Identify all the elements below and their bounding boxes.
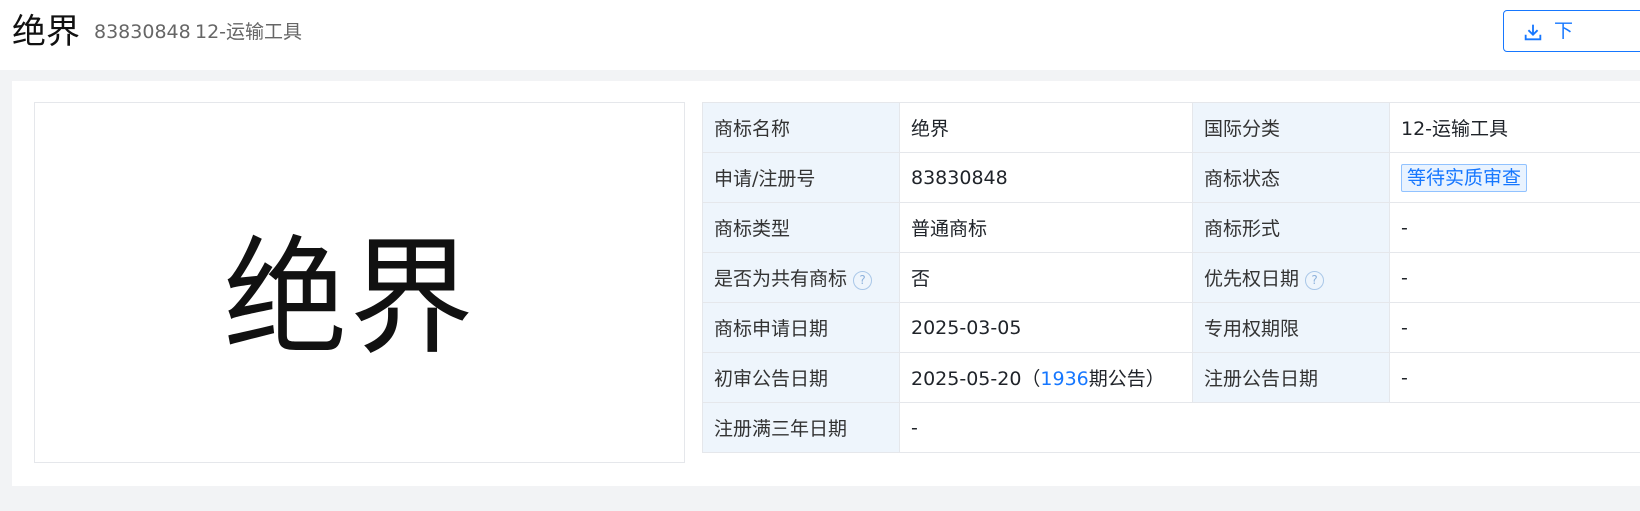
download-icon	[1524, 24, 1542, 41]
value-trademark-name: 绝界	[899, 102, 1193, 153]
download-label: 下	[1554, 20, 1574, 42]
value-reg-number: 83830848	[899, 152, 1193, 203]
table-row: 商标类型 普通商标 商标形式 -	[702, 202, 1640, 253]
label-preliminary-date: 初审公告日期	[702, 352, 900, 403]
label-intl-class: 国际分类	[1192, 102, 1390, 153]
value-shared-trademark: 否	[899, 252, 1193, 303]
status-badge: 等待实质审查	[1401, 163, 1528, 192]
label-registration-announcement-date: 注册公告日期	[1192, 352, 1390, 403]
table-row: 申请/注册号 83830848 商标状态 等待实质审查	[702, 152, 1640, 203]
trademark-image: 绝界	[34, 102, 685, 463]
trademark-title: 绝界	[12, 12, 80, 52]
trademark-logo-text: 绝界	[223, 225, 476, 373]
label-application-date: 商标申请日期	[702, 302, 900, 353]
announcement-suffix: 期公告）	[1088, 368, 1165, 390]
trademark-info-table: 商标名称 绝界 国际分类 12-运输工具 申请/注册号 83830848 商标状…	[702, 102, 1640, 453]
download-button[interactable]: 下	[1503, 10, 1640, 52]
label-trademark-type: 商标类型	[702, 202, 900, 253]
value-three-year-date: -	[899, 402, 1640, 453]
value-priority-date: -	[1389, 252, 1640, 303]
label-priority-date: 优先权日期	[1204, 268, 1300, 290]
header-bar: 绝界 83830848 12-运输工具 下	[0, 0, 1640, 70]
value-preliminary-date: 2025-05-20（	[911, 368, 1041, 390]
announcement-issue-link[interactable]: 1936	[1040, 368, 1088, 390]
label-reg-number: 申请/注册号	[702, 152, 900, 203]
label-three-year-date: 注册满三年日期	[702, 402, 900, 453]
value-intl-class: 12-运输工具	[1389, 102, 1640, 153]
help-icon[interactable]: ?	[853, 271, 873, 290]
table-row: 注册满三年日期 -	[702, 402, 1640, 453]
label-trademark-name: 商标名称	[702, 102, 900, 153]
help-icon[interactable]: ?	[1305, 271, 1325, 290]
value-trademark-type: 普通商标	[899, 202, 1193, 253]
label-exclusive-term: 专用权期限	[1192, 302, 1390, 353]
value-application-date: 2025-03-05	[899, 302, 1193, 353]
table-row: 是否为共有商标? 否 优先权日期? -	[702, 252, 1640, 303]
value-registration-announcement-date: -	[1389, 352, 1640, 403]
table-row: 商标名称 绝界 国际分类 12-运输工具	[702, 102, 1640, 153]
label-status: 商标状态	[1192, 152, 1390, 203]
label-trademark-form: 商标形式	[1192, 202, 1390, 253]
value-trademark-form: -	[1389, 202, 1640, 253]
table-row: 初审公告日期 2025-05-20（1936期公告） 注册公告日期 -	[702, 352, 1640, 403]
value-exclusive-term: -	[1389, 302, 1640, 353]
label-shared-trademark: 是否为共有商标	[714, 268, 848, 290]
registration-number: 83830848	[94, 21, 191, 43]
table-row: 商标申请日期 2025-03-05 专用权期限 -	[702, 302, 1640, 353]
category-label: 12-运输工具	[195, 21, 303, 43]
